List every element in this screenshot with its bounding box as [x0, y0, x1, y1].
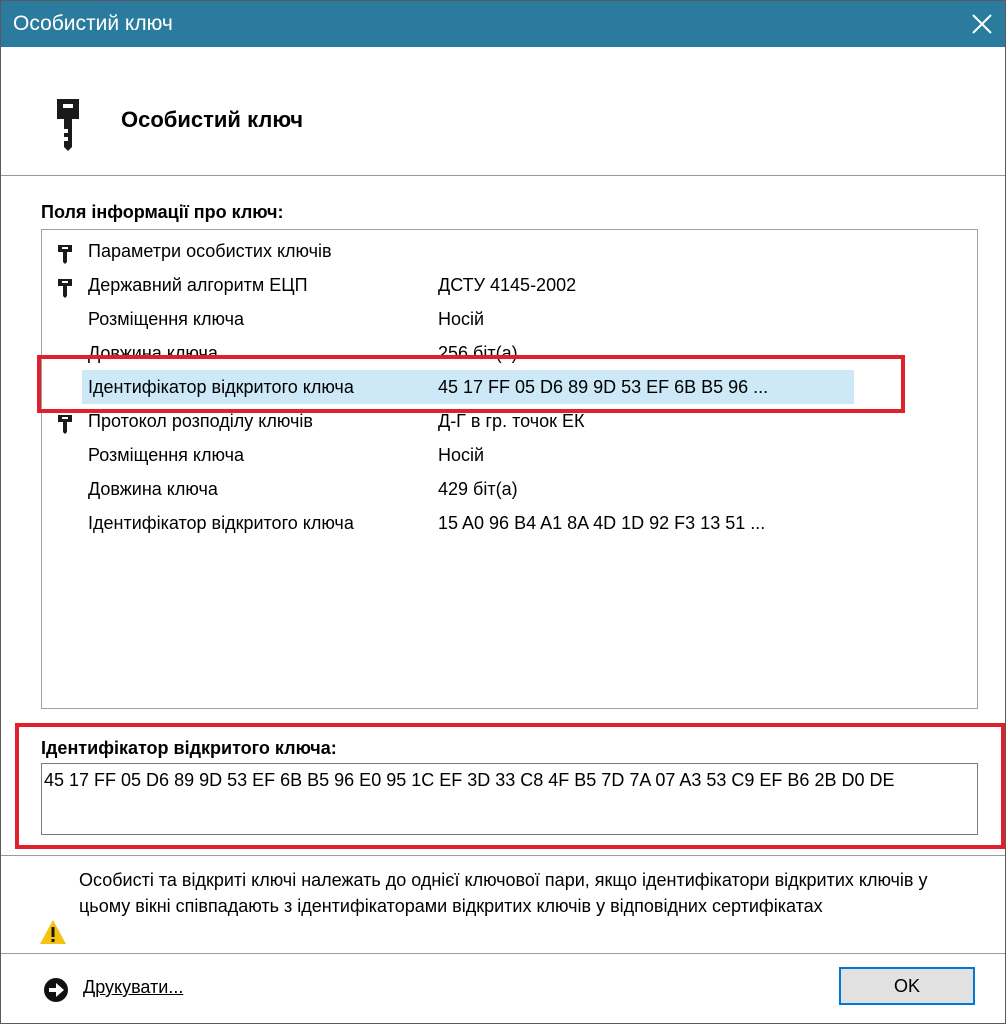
ok-button[interactable]: OK: [839, 967, 975, 1005]
window-title: Особистий ключ: [13, 12, 173, 35]
list-item-name: Параметри особистих ключів: [88, 241, 332, 261]
list-item[interactable]: Параметри особистих ключів: [42, 234, 977, 268]
list-item[interactable]: Розміщення ключа Носій: [42, 438, 977, 472]
key-icon: [56, 275, 74, 298]
warning-text: Особисті та відкриті ключі належать до о…: [79, 870, 928, 916]
list-item-value: 15 A0 96 B4 A1 8A 4D 1D 92 F3 13 51 ...: [438, 513, 766, 533]
list-item[interactable]: Державний алгоритм ЕЦП ДСТУ 4145-2002: [42, 268, 977, 302]
list-item[interactable]: Довжина ключа 429 біт(а): [42, 472, 977, 506]
list-item-name: Ідентифікатор відкритого ключа: [88, 513, 354, 533]
dialog-heading: Особистий ключ: [121, 107, 304, 132]
print-arrow-icon: [44, 978, 68, 1002]
list-item-value: 429 біт(а): [438, 479, 518, 499]
dialog-window: Особистий ключ Особистий ключ Поля інфор…: [0, 0, 1006, 1024]
list-item-name: Розміщення ключа: [88, 309, 244, 329]
list-item[interactable]: Розміщення ключа Носій: [42, 302, 977, 336]
title-bar[interactable]: Особистий ключ: [1, 1, 1005, 47]
list-item-name: Розміщення ключа: [88, 445, 244, 465]
close-icon: [972, 14, 992, 34]
list-item-value: Носій: [438, 445, 485, 465]
key-icon: [56, 241, 74, 264]
fields-label: Поля інформації про ключ:: [41, 202, 284, 222]
close-button[interactable]: [963, 5, 1001, 43]
separator: [1, 953, 1005, 954]
key-info-list[interactable]: Параметри особистих ключів Державний алго…: [41, 229, 978, 709]
warning-icon: [40, 920, 66, 944]
list-item-value: Носій: [438, 309, 485, 329]
list-item-name: Державний алгоритм ЕЦП: [88, 275, 308, 295]
print-link[interactable]: Друкувати...: [83, 975, 183, 999]
list-item-name: Довжина ключа: [88, 479, 218, 499]
dialog-header: Особистий ключ: [1, 47, 1005, 176]
list-item-value: ДСТУ 4145-2002: [438, 275, 577, 295]
highlight-box-selected-row: [37, 355, 905, 413]
key-icon: [56, 411, 74, 434]
list-item[interactable]: Ідентифікатор відкритого ключа 15 A0 96 B…: [42, 506, 977, 540]
separator: [1, 855, 1005, 856]
key-icon: [57, 99, 79, 151]
highlight-box-detail: [15, 723, 1005, 849]
